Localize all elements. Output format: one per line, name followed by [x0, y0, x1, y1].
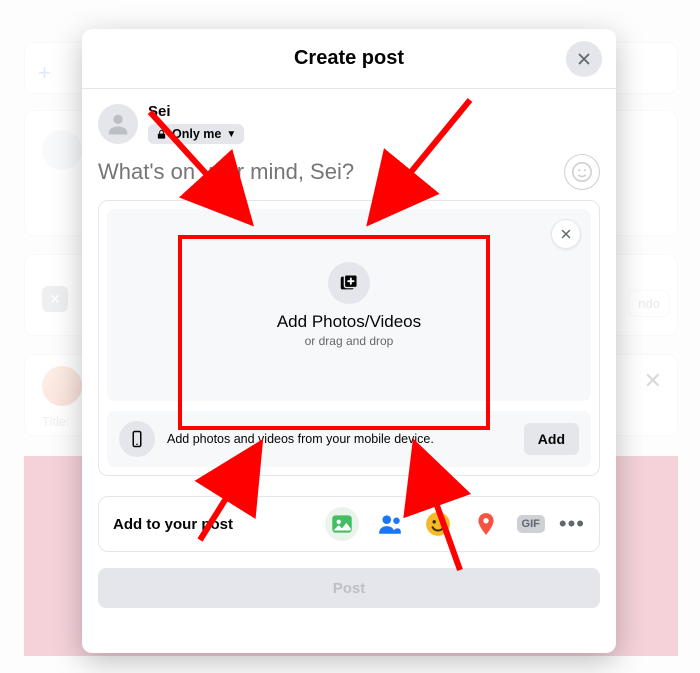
phone-icon — [119, 421, 155, 457]
dropzone-close-button[interactable] — [551, 219, 581, 249]
mobile-upload-row: Add photos and videos from your mobile d… — [107, 411, 591, 467]
privacy-label: Only me — [172, 127, 221, 141]
user-name: Sei — [148, 103, 244, 120]
privacy-selector[interactable]: Only me ▼ — [148, 124, 244, 144]
image-icon — [329, 511, 355, 537]
more-button[interactable]: ••• — [559, 511, 585, 537]
feeling-icon — [425, 511, 451, 537]
mobile-add-button[interactable]: Add — [524, 423, 579, 455]
photo-video-button[interactable] — [325, 507, 359, 541]
media-dropzone-container: Add Photos/Videos or drag and drop Add p… — [98, 200, 600, 476]
feeling-button[interactable] — [421, 507, 455, 541]
close-icon — [575, 50, 593, 68]
modal-header: Create post — [82, 29, 616, 89]
post-text-input[interactable] — [98, 159, 564, 185]
mobile-upload-text: Add photos and videos from your mobile d… — [167, 432, 512, 446]
media-dropzone[interactable]: Add Photos/Videos or drag and drop — [107, 209, 591, 401]
add-media-icon — [328, 262, 370, 304]
gif-button[interactable]: GIF — [517, 515, 545, 533]
tag-people-button[interactable] — [373, 507, 407, 541]
tag-people-icon — [377, 511, 403, 537]
emoji-picker-button[interactable] — [564, 154, 600, 190]
add-to-post-row: Add to your post GIF ••• — [98, 496, 600, 552]
author-row: Sei Only me ▼ — [82, 89, 616, 148]
close-icon — [559, 227, 573, 241]
add-to-post-label: Add to your post — [113, 516, 315, 533]
attach-icons: GIF ••• — [325, 507, 585, 541]
create-post-modal: Create post Sei Only me ▼ — [82, 29, 616, 653]
check-in-button[interactable] — [469, 507, 503, 541]
dropzone-subtitle: or drag and drop — [305, 334, 394, 348]
chevron-down-icon: ▼ — [226, 129, 236, 140]
close-button[interactable] — [566, 41, 602, 77]
avatar — [98, 104, 138, 144]
modal-title: Create post — [294, 47, 404, 70]
lock-icon — [156, 129, 167, 140]
composer-row — [82, 148, 616, 200]
location-icon — [473, 511, 499, 537]
smile-icon — [571, 161, 593, 183]
dropzone-title: Add Photos/Videos — [277, 312, 421, 332]
post-button[interactable]: Post — [98, 568, 600, 608]
